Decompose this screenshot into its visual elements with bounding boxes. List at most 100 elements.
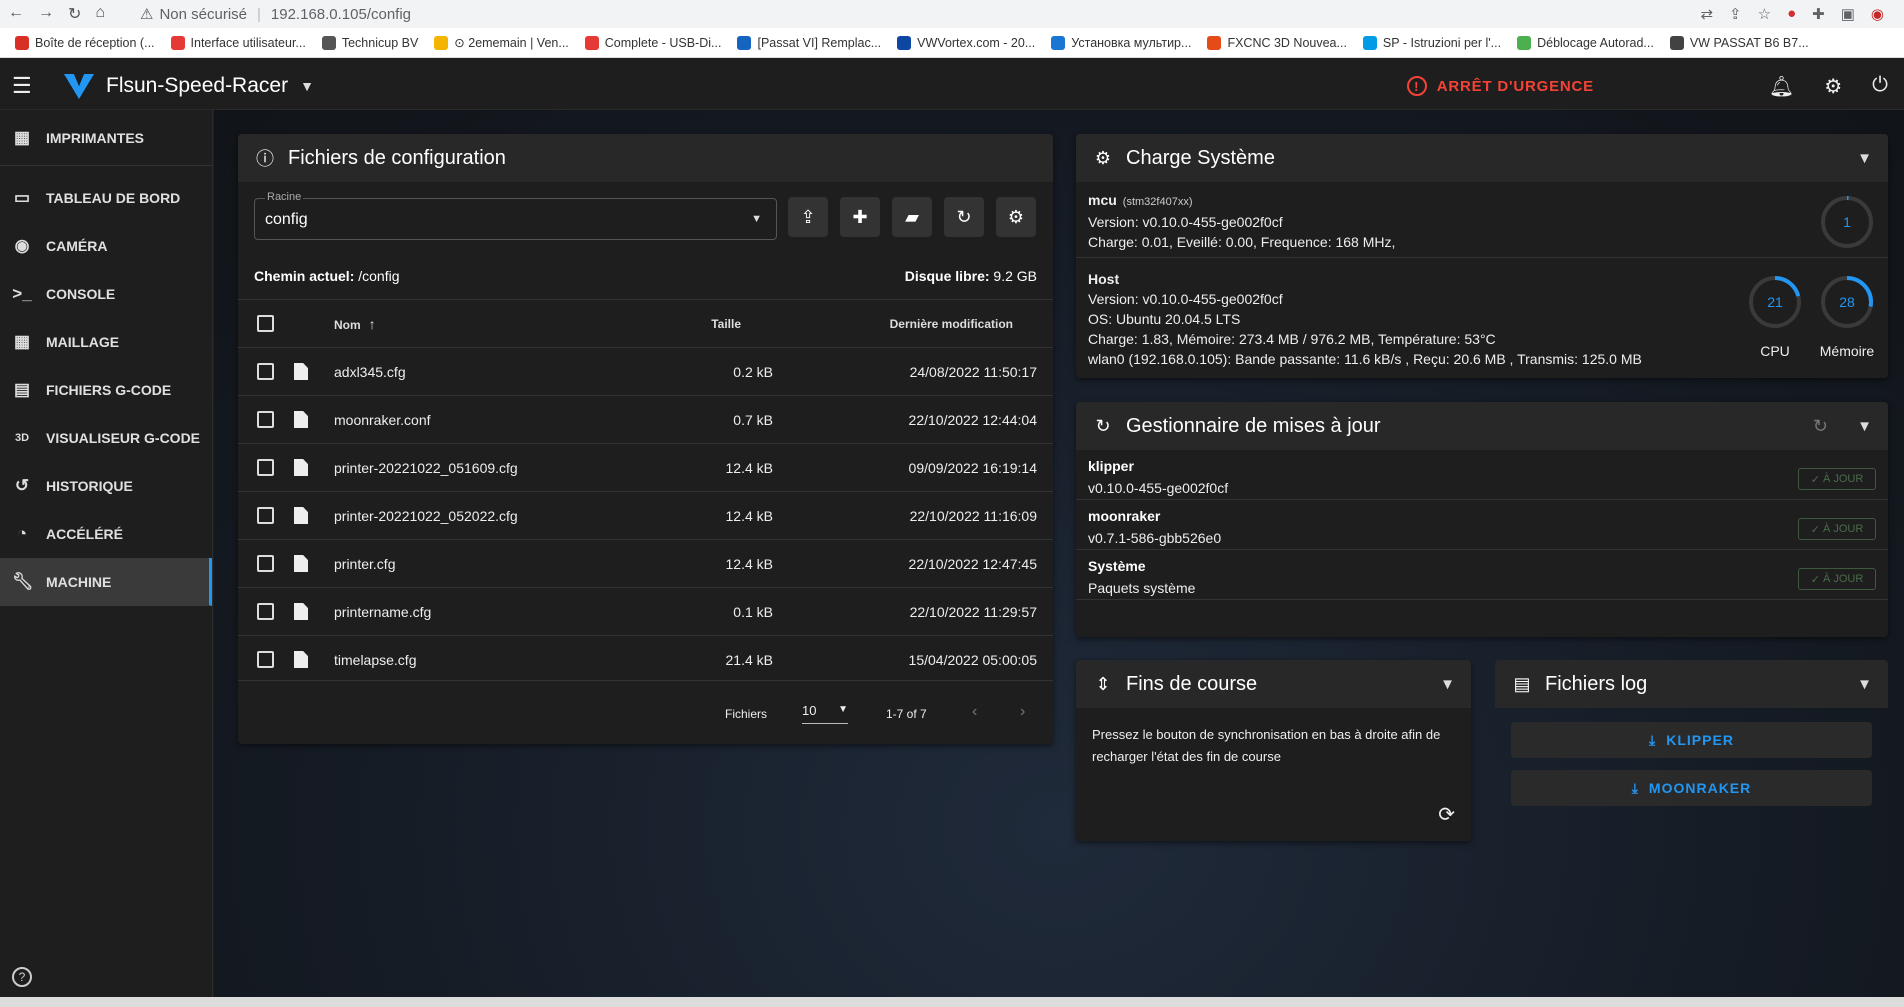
bookmark-item[interactable]: ⊙ 2ememain | Ven...: [427, 35, 575, 50]
new-folder-button[interactable]: ▰: [892, 197, 932, 237]
download-moonraker-log-button[interactable]: ⤓ MOONRAKER: [1511, 770, 1872, 806]
select-all-checkbox[interactable]: [257, 315, 274, 332]
appbar-icons: 🔔︎ ⚙ ⏻: [1769, 74, 1888, 99]
file-modified: 22/10/2022 12:44:04: [908, 411, 1037, 428]
home-icon[interactable]: ⌂: [95, 4, 105, 24]
per-page-value: 10: [802, 703, 817, 718]
bookmark-item[interactable]: VW PASSAT B6 B7...: [1663, 35, 1816, 50]
bookmark-label: SP - Istruzioni per l'...: [1382, 35, 1502, 50]
upload-file-button[interactable]: ⇪: [788, 197, 828, 237]
sidebar-item-gcode-files[interactable]: ▤ FICHIERS G-CODE: [0, 366, 212, 414]
endstops-header: ⇕ Fins de course ▼: [1076, 660, 1471, 708]
chevron-left-icon[interactable]: ‹: [972, 703, 977, 721]
sync-icon[interactable]: ⟳: [1438, 802, 1455, 827]
sidebar-item-dashboard[interactable]: ▭ TABLEAU DE BORD: [0, 174, 212, 222]
table-row[interactable]: adxl345.cfg 0.2 kB 24/08/2022 11:50:17: [238, 347, 1053, 395]
url-field[interactable]: 192.168.0.105/config: [271, 6, 411, 23]
card-title: Gestionnaire de mises à jour: [1126, 414, 1381, 437]
row-checkbox[interactable]: [257, 603, 274, 620]
sidepanel-icon[interactable]: ▣: [1841, 5, 1855, 23]
settings-icon[interactable]: ⚙: [1824, 74, 1842, 99]
file-size: 12.4 kB: [725, 459, 773, 476]
file-size: 0.2 kB: [733, 363, 773, 380]
browser-right-icons: ⇄ ⇪ ☆ ● ✚ ▣ ◉: [1700, 5, 1884, 23]
update-version: v0.10.0-455-ge002f0cf: [1088, 480, 1229, 496]
bookmark-item[interactable]: Установка мультир...: [1044, 35, 1198, 50]
sidebar-item-printers[interactable]: ▦ IMPRIMANTES: [0, 110, 212, 166]
bookmark-item[interactable]: Interface utilisateur...: [164, 35, 313, 50]
bookmark-item[interactable]: Complete - USB-Di...: [578, 35, 729, 50]
table-row[interactable]: printer-20221022_052022.cfg 12.4 kB 22/10/…: [238, 491, 1053, 539]
table-row[interactable]: printer.cfg 12.4 kB 22/10/2022 12:47:45: [238, 539, 1053, 587]
column-modified[interactable]: Dernière modification: [890, 317, 1013, 331]
row-checkbox[interactable]: [257, 411, 274, 428]
settings-button[interactable]: ⚙: [996, 197, 1036, 237]
chevron-down-icon[interactable]: ▼: [1440, 676, 1455, 693]
download-klipper-log-button[interactable]: ⤓ KLIPPER: [1511, 722, 1872, 758]
menu-icon[interactable]: ☰: [12, 73, 34, 99]
star-icon[interactable]: ☆: [1758, 5, 1771, 23]
sidebar-item-label: HISTORIQUE: [46, 477, 133, 494]
extension-icon[interactable]: ●: [1787, 5, 1796, 23]
help-icon[interactable]: ?: [12, 967, 32, 987]
table-row[interactable]: moonraker.conf 0.7 kB 22/10/2022 12:44:04: [238, 395, 1053, 443]
file-icon: [294, 555, 308, 572]
power-icon[interactable]: ⏻: [1872, 74, 1888, 99]
bookmark-item[interactable]: Boîte de réception (...: [8, 35, 162, 50]
root-select[interactable]: Racine config ▼: [254, 191, 777, 240]
cpu-gauge: 21: [1749, 276, 1801, 328]
bookmark-favicon-icon: [1362, 35, 1377, 50]
file-name: printer.cfg: [334, 555, 396, 572]
sidebar-item-timelapse[interactable]: ◔ ACCÉLÉRÉ: [0, 510, 212, 558]
forward-icon[interactable]: →: [38, 4, 54, 24]
bookmark-item[interactable]: Technicup BV: [315, 35, 425, 50]
up-to-date-button[interactable]: ✓ À JOUR: [1798, 568, 1876, 590]
row-checkbox[interactable]: [257, 459, 274, 476]
chevron-down-icon[interactable]: ▼: [300, 78, 314, 94]
warning-icon[interactable]: ⚠: [140, 5, 153, 23]
translate-icon[interactable]: ⇄: [1700, 5, 1713, 23]
back-icon[interactable]: ←: [8, 4, 24, 24]
sidebar-item-machine[interactable]: 🔧︎ MACHINE: [0, 558, 212, 606]
chevron-down-icon[interactable]: ▼: [1857, 150, 1872, 167]
printer-name[interactable]: Flsun-Speed-Racer: [106, 74, 288, 98]
table-row[interactable]: printer-20221022_051609.cfg 12.4 kB 09/09/…: [238, 443, 1053, 491]
log-files-card: ▤ Fichiers log ▼ ⤓ KLIPPER ⤓ MOONRAKER: [1495, 660, 1888, 806]
reload-icon[interactable]: ↻: [68, 4, 81, 24]
column-size[interactable]: Taille: [711, 317, 741, 331]
sidebar-item-mesh[interactable]: ▦ MAILLAGE: [0, 318, 212, 366]
profile-icon[interactable]: ◉: [1871, 5, 1884, 23]
memory-gauge-value: 28: [1839, 294, 1855, 310]
share-icon[interactable]: ⇪: [1729, 5, 1742, 23]
sidebar-item-camera[interactable]: ◉ CAMÉRA: [0, 222, 212, 270]
bookmark-item[interactable]: VWVortex.com - 20...: [890, 35, 1042, 50]
row-checkbox[interactable]: [257, 507, 274, 524]
table-row[interactable]: printername.cfg 0.1 kB 22/10/2022 11:29:57: [238, 587, 1053, 635]
emergency-stop-button[interactable]: ! ARRÊT D'URGENCE: [1406, 76, 1594, 96]
chevron-down-icon[interactable]: ▼: [1857, 418, 1872, 435]
column-name[interactable]: Nom ↑: [334, 316, 376, 332]
bookmark-item[interactable]: SP - Istruzioni per l'...: [1356, 35, 1508, 50]
chevron-down-icon[interactable]: ▼: [1857, 676, 1872, 693]
new-file-button[interactable]: ✚: [840, 197, 880, 237]
up-to-date-button[interactable]: ✓ À JOUR: [1798, 518, 1876, 540]
row-checkbox[interactable]: [257, 555, 274, 572]
puzzle-icon[interactable]: ✚: [1812, 5, 1825, 23]
row-checkbox[interactable]: [257, 363, 274, 380]
bookmark-item[interactable]: Déblocage Autorad...: [1510, 35, 1661, 50]
system-load-card: ⚙ Charge Système ▼ mcu (stm32f407xx) Vers…: [1076, 134, 1888, 378]
up-to-date-button[interactable]: ✓ À JOUR: [1798, 468, 1876, 490]
bookmark-item[interactable]: [Passat VI] Remplac...: [730, 35, 888, 50]
mainsail-logo[interactable]: [62, 72, 96, 100]
sidebar-item-gcode-viewer[interactable]: 3D VISUALISEUR G-CODE: [0, 414, 212, 462]
row-checkbox[interactable]: [257, 651, 274, 668]
sidebar-item-console[interactable]: >_ CONSOLE: [0, 270, 212, 318]
bell-icon[interactable]: 🔔︎: [1769, 74, 1794, 99]
sidebar-item-history[interactable]: ↺ HISTORIQUE: [0, 462, 212, 510]
bookmark-item[interactable]: FXCNC 3D Nouvea...: [1200, 35, 1353, 50]
table-row[interactable]: timelapse.cfg 21.4 kB 15/04/2022 05:00:05: [238, 635, 1053, 683]
per-page-select[interactable]: 10 ▼: [802, 703, 848, 724]
refresh-button[interactable]: ↻: [944, 197, 984, 237]
chevron-right-icon[interactable]: ›: [1020, 703, 1025, 721]
refresh-icon[interactable]: ↻: [1813, 416, 1828, 437]
